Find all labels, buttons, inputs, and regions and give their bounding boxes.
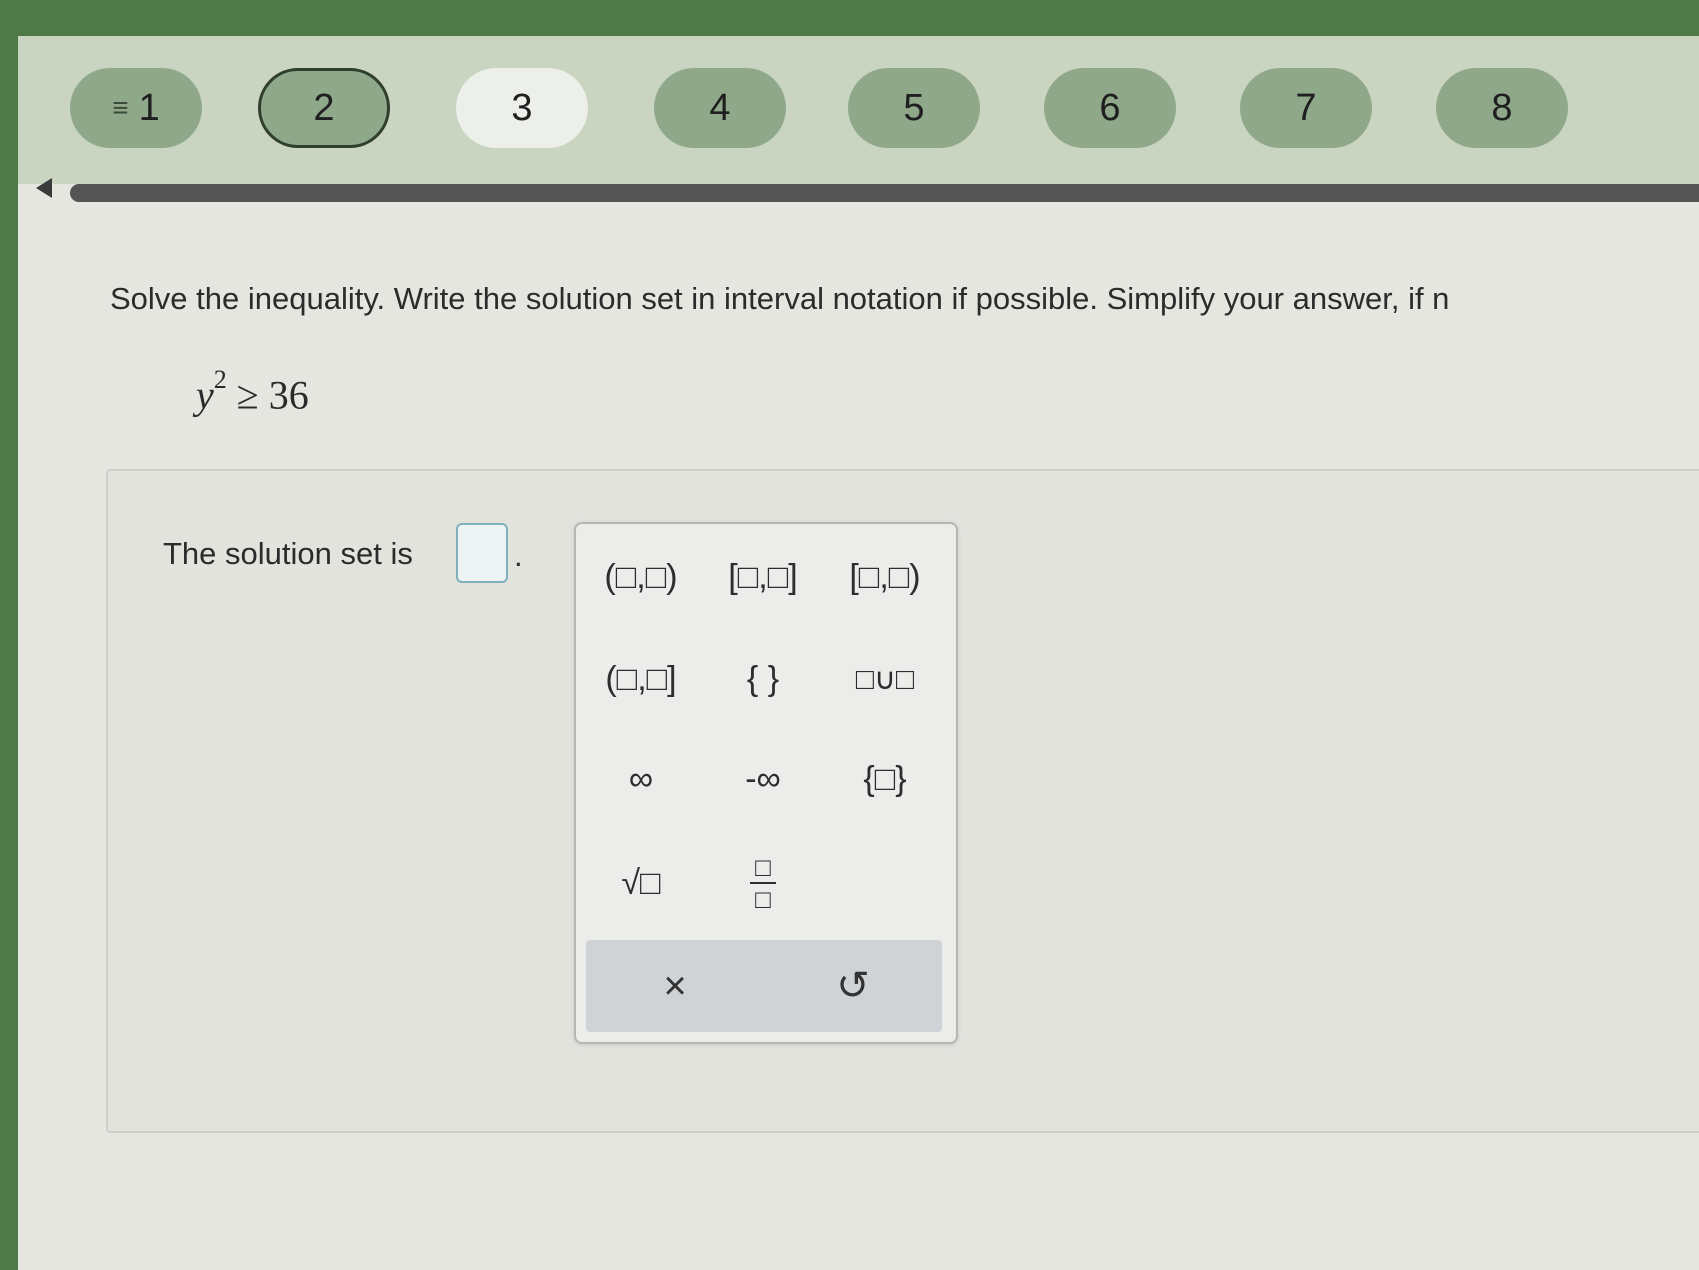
empty-set-button[interactable]: { } xyxy=(708,644,818,714)
inequality-rest: ≥ 36 xyxy=(236,372,309,418)
question-3-button[interactable]: 3 xyxy=(456,68,588,148)
square-root-button[interactable]: √□ xyxy=(586,848,696,918)
undo-icon: ↺ xyxy=(836,964,870,1008)
question-5-button[interactable]: 5 xyxy=(848,68,980,148)
question-6-button[interactable]: 6 xyxy=(1044,68,1176,148)
question-navigation: ≡ 1 2 3 4 5 6 7 8 xyxy=(18,36,1699,184)
negative-infinity-button[interactable]: -∞ xyxy=(708,744,818,814)
palette-footer: × ↺ xyxy=(586,940,942,1032)
fraction-button[interactable]: □ □ xyxy=(708,848,818,918)
inequality-exponent: 2 xyxy=(213,365,227,394)
undo-button[interactable]: ↺ xyxy=(764,940,942,1032)
question-2-button[interactable]: 2 xyxy=(258,68,390,148)
closed-interval-button[interactable]: [□,□] xyxy=(708,542,818,612)
closed-open-interval-button[interactable]: [□,□) xyxy=(830,542,940,612)
question-1-button[interactable]: ≡ 1 xyxy=(70,68,202,148)
close-icon: × xyxy=(663,963,687,1008)
screen: ≡ 1 2 3 4 5 6 7 8 Solve the inequality. … xyxy=(18,36,1699,1270)
list-icon: ≡ xyxy=(112,92,129,123)
inequality: y2 ≥ 36 xyxy=(196,365,309,418)
question-7-button[interactable]: 7 xyxy=(1240,68,1372,148)
progress-bar xyxy=(70,184,1699,202)
math-palette: (□,□) [□,□] [□,□) (□,□] { } □∪□ ∞ -∞ {□}… xyxy=(574,522,958,1044)
union-button[interactable]: □∪□ xyxy=(830,644,940,714)
open-closed-interval-button[interactable]: (□,□] xyxy=(586,644,696,714)
answer-period: . xyxy=(514,538,523,573)
question-8-button[interactable]: 8 xyxy=(1436,68,1568,148)
solution-label: The solution set is xyxy=(163,536,413,571)
set-braces-button[interactable]: {□} xyxy=(830,744,940,814)
answer-input[interactable] xyxy=(456,523,508,583)
open-interval-button[interactable]: (□,□) xyxy=(586,542,696,612)
question-instruction: Solve the inequality. Write the solution… xyxy=(110,281,1450,316)
question-4-button[interactable]: 4 xyxy=(654,68,786,148)
inequality-variable: y xyxy=(196,372,214,418)
infinity-button[interactable]: ∞ xyxy=(586,744,696,814)
clear-button[interactable]: × xyxy=(586,940,764,1032)
fraction-icon: □ □ xyxy=(750,854,776,912)
back-arrow-icon[interactable] xyxy=(36,178,52,198)
